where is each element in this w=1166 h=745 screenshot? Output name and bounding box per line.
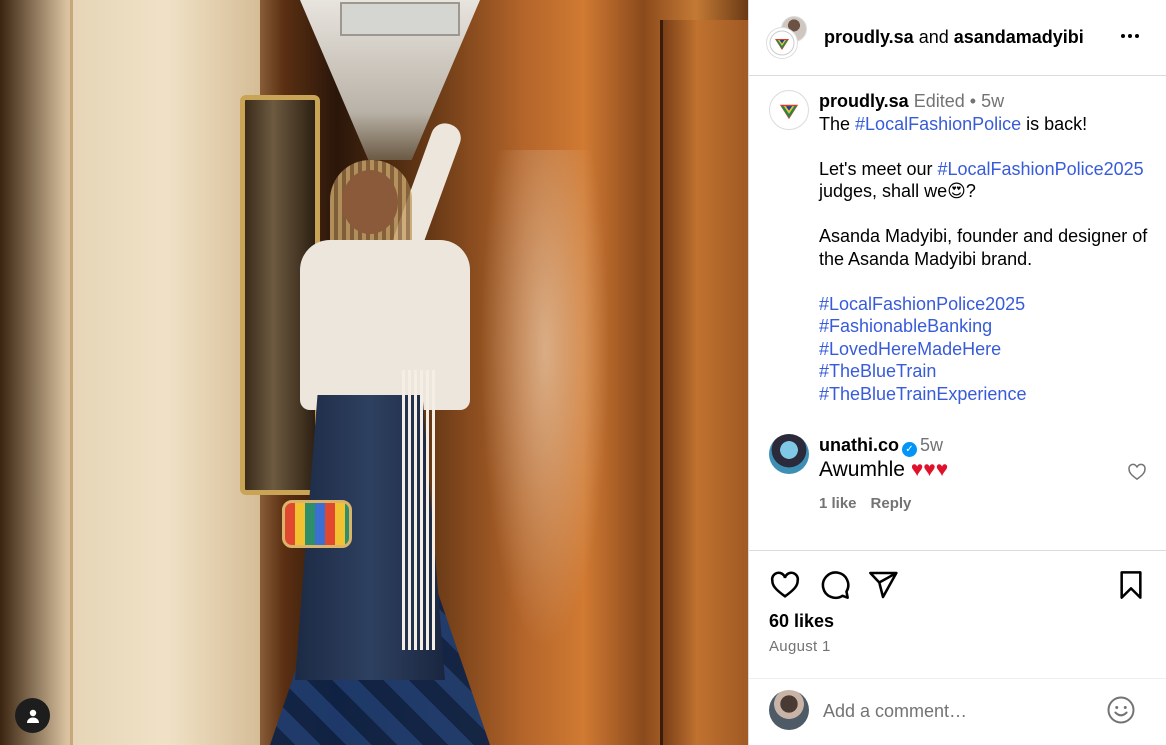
comment-bubble-icon[interactable]	[819, 569, 851, 601]
commenter-username[interactable]: unathi.co	[819, 435, 899, 455]
person-figure	[282, 119, 475, 680]
post-date[interactable]: August 1	[769, 638, 831, 655]
header-user-proudly-sa[interactable]: proudly.sa	[824, 27, 914, 47]
add-comment-bar	[749, 678, 1166, 745]
comment-input[interactable]	[823, 699, 1093, 723]
hashtag-link[interactable]: #TheBlueTrain	[819, 360, 1164, 383]
tagged-user-icon[interactable]	[15, 698, 50, 733]
caption-text: Asanda Madyibi, founder and designer of …	[819, 226, 1148, 269]
action-bar	[769, 569, 1147, 601]
caption-text: is back!	[1021, 113, 1088, 134]
reflection	[480, 150, 610, 650]
wooden-door	[660, 20, 748, 745]
header-joiner: and	[913, 27, 954, 47]
fringe-scarf	[402, 370, 436, 650]
head	[342, 170, 398, 234]
save-bookmark-icon[interactable]	[1115, 569, 1147, 601]
more-options-icon[interactable]	[1121, 34, 1139, 38]
beaded-bag	[282, 500, 352, 548]
comment-likes[interactable]: 1 like	[819, 495, 857, 512]
comment-time[interactable]: 5w	[920, 435, 943, 455]
like-heart-icon[interactable]	[769, 569, 801, 601]
proudly-sa-logo-icon	[773, 94, 805, 126]
comment-like-heart-icon[interactable]	[1127, 462, 1147, 482]
hashtag-link[interactable]: #TheBlueTrainExperience	[819, 383, 1164, 406]
verified-badge-icon: ✓	[902, 442, 917, 457]
hashtag-link[interactable]: #LovedHereMadeHere	[819, 338, 1164, 361]
reply-button[interactable]: Reply	[871, 495, 912, 512]
white-blouse	[300, 240, 470, 410]
edited-label: Edited	[913, 91, 965, 111]
heart-emojis: ♥♥♥	[910, 458, 949, 481]
post-header: proudly.sa and asandamadyibi	[749, 0, 1166, 76]
caption-body: proudly.sa Edited • 5w The #LocalFashion…	[819, 90, 1164, 405]
hashtag-link[interactable]: #LocalFashionPolice2025	[938, 159, 1144, 179]
post-photo[interactable]	[0, 0, 748, 745]
hashtag-link[interactable]: #LocalFashionPolice	[855, 114, 1021, 134]
header-user-asandamadyibi[interactable]: asandamadyibi	[954, 27, 1084, 47]
comment-text: Awumhle	[819, 458, 911, 481]
caption-text: The	[819, 113, 856, 134]
collab-avatars[interactable]	[767, 16, 809, 60]
hashtag-link[interactable]: #LocalFashionPolice2025	[819, 293, 1164, 316]
caption-username[interactable]: proudly.sa	[819, 91, 909, 111]
ceiling-light	[340, 2, 460, 36]
commenter-avatar[interactable]	[769, 434, 809, 474]
hashtag-link[interactable]: #FashionableBanking	[819, 315, 1164, 338]
current-user-avatar	[769, 690, 809, 730]
caption-text: judges, shall we😍?	[819, 181, 976, 201]
caption-avatar[interactable]	[769, 90, 809, 130]
share-send-icon[interactable]	[867, 569, 899, 601]
caption-text: Let's meet our	[819, 158, 938, 179]
wall-panel	[70, 0, 260, 745]
avatar-proudly-sa[interactable]	[767, 28, 797, 58]
proudly-sa-logo-icon	[769, 30, 795, 56]
emoji-picker-icon[interactable]	[1106, 695, 1136, 725]
post-details-panel: proudly.sa and asandamadyibi proudly.sa …	[748, 0, 1166, 745]
like-count[interactable]: 60 likes	[769, 611, 834, 632]
post-time[interactable]: 5w	[981, 91, 1004, 111]
header-title: proudly.sa and asandamadyibi	[824, 27, 1084, 48]
meta-dot: •	[969, 91, 977, 111]
